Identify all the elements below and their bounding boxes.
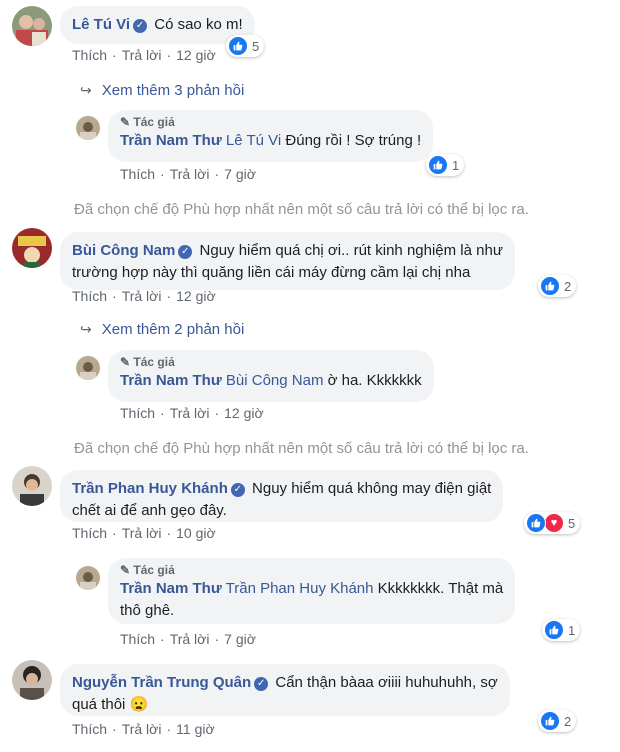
comment-actions: Thích · Trả lời · 12 giờ [120,405,264,421]
author-tag: ✎ Tác giả [120,563,175,577]
like-reaction-icon [228,36,248,56]
avatar[interactable] [12,228,52,268]
like-button[interactable]: Thích [72,288,107,304]
reply-button[interactable]: Trả lời [170,166,210,182]
like-reaction-icon [540,276,560,296]
timestamp[interactable]: 7 giờ [224,631,256,647]
timestamp[interactable]: 12 giờ [224,405,264,421]
reaction-count[interactable]: 2 [538,710,577,732]
like-reaction-icon [544,620,564,640]
reply-button[interactable]: Trả lời [122,721,162,737]
like-button[interactable]: Thích [72,525,107,541]
comment-text: ờ ha. Kkkkkkk [327,372,422,389]
reply-arrow-icon: ↪ [80,321,92,337]
avatar[interactable] [12,6,52,46]
mention[interactable]: Bùi Công Nam [226,372,324,389]
mention[interactable]: Lê Tú Vi [226,132,281,149]
view-more-replies[interactable]: ↪ Xem thêm 2 phản hồi [80,321,244,338]
timestamp[interactable]: 11 giờ [176,721,215,737]
reaction-count[interactable]: 1 [426,154,465,176]
comment-bubble: Nguyễn Trần Trung Quân ✓ Cẩn thận bàaa ơi… [60,664,510,716]
like-reaction-icon [428,155,448,175]
comment-bubble: Bùi Công Nam ✓ Nguy hiểm quá chị ơi.. rút… [60,232,515,290]
reply-button[interactable]: Trả lời [122,288,162,304]
comment-text: Đúng rồi ! Sợ trúng ! [285,132,422,149]
comment-actions: Thích · Trả lời · 12 giờ [72,47,216,63]
comment-text: Nguy hiểm quá không may điện giật [252,480,492,497]
reaction-count[interactable]: 5 [226,35,265,57]
love-reaction-icon: ♥ [544,513,564,533]
mention[interactable]: Trần Phan Huy Khánh [226,580,374,597]
like-reaction-icon [526,513,546,533]
like-button[interactable]: Thích [120,166,155,182]
comment-text: Nguy hiểm quá chị ơi.. rút kinh nghiệm l… [199,242,503,259]
verified-icon: ✓ [230,483,245,497]
avatar[interactable] [76,356,100,380]
like-button[interactable]: Thích [120,405,155,421]
verified-icon: ✓ [133,19,148,33]
pencil-icon: ✎ [120,355,131,369]
like-button[interactable]: Thích [72,47,107,63]
pencil-icon: ✎ [120,115,131,129]
reply-button[interactable]: Trả lời [170,631,210,647]
reply-button[interactable]: Trả lời [122,525,162,541]
comment-actions: Thích · Trả lời · 7 giờ [120,631,256,647]
avatar[interactable] [12,660,52,700]
like-button[interactable]: Thích [72,721,107,737]
verified-icon: ✓ [178,245,193,259]
comment-bubble: Trần Phan Huy Khánh ✓ Nguy hiểm quá không… [60,470,504,522]
filter-notice: Đã chọn chế độ Phù hợp nhất nên một số c… [74,440,529,457]
commenter-name[interactable]: Trần Nam Thư [120,372,222,389]
commenter-name[interactable]: Bùi Công Nam [72,242,175,259]
like-reaction-icon [540,711,560,731]
reply-bubble: ✎ Tác giả Trần Nam Thư Trần Phan Huy Khá… [108,558,516,624]
reaction-count[interactable]: ♥ 5 [524,512,581,534]
commenter-name[interactable]: Trần Phan Huy Khánh [72,480,228,497]
comment-text: Cẩn thận bàaa ơiiii huhuhuhh, sợ [275,674,498,691]
reply-button[interactable]: Trả lời [122,47,162,63]
view-more-replies[interactable]: ↪ Xem thêm 3 phản hồi [80,82,244,99]
pencil-icon: ✎ [120,563,131,577]
comment-actions: Thích · Trả lời · 7 giờ [120,166,256,182]
comment-text: chết ai để anh gẹo đây. [72,502,227,519]
comment-text: trường hợp này thì quăng liền cái máy đừ… [72,264,471,281]
reaction-count[interactable]: 1 [542,619,581,641]
commenter-name[interactable]: Nguyễn Trần Trung Quân [72,674,251,691]
comment-text: Kkkkkkkk. Thật mà [377,580,504,597]
reaction-count[interactable]: 2 [538,275,577,297]
comment-text: thô ghê. [120,602,175,619]
comment-actions: Thích · Trả lời · 11 giờ [72,721,215,737]
like-button[interactable]: Thích [120,631,155,647]
avatar[interactable] [76,116,100,140]
reply-bubble: ✎ Tác giả Trần Nam Thư Lê Tú Vi Đúng rồi… [108,110,434,162]
avatar[interactable] [12,466,52,506]
reply-bubble: ✎ Tác giả Trần Nam Thư Bùi Công Nam ờ ha… [108,350,434,402]
reply-arrow-icon: ↪ [80,82,92,98]
avatar[interactable] [76,566,100,590]
timestamp[interactable]: 7 giờ [224,166,256,182]
comment-text: quá thôi 😦 [72,696,149,713]
timestamp[interactable]: 12 giờ [176,47,216,63]
timestamp[interactable]: 12 giờ [176,288,216,304]
timestamp[interactable]: 10 giờ [176,525,216,541]
commenter-name[interactable]: Lê Tú Vi [72,16,130,33]
author-tag: ✎ Tác giả [120,115,175,129]
reply-button[interactable]: Trả lời [170,405,210,421]
comment-bubble: Lê Tú Vi ✓ Có sao ko m! [60,6,255,44]
comment-actions: Thích · Trả lời · 12 giờ [72,288,216,304]
filter-notice: Đã chọn chế độ Phù hợp nhất nên một số c… [74,201,529,218]
commenter-name[interactable]: Trần Nam Thư [120,580,222,597]
commenter-name[interactable]: Trần Nam Thư [120,132,222,149]
comment-text: Có sao ko m! [154,16,243,33]
comment-actions: Thích · Trả lời · 10 giờ [72,525,216,541]
verified-icon: ✓ [254,677,269,691]
author-tag: ✎ Tác giả [120,355,175,369]
